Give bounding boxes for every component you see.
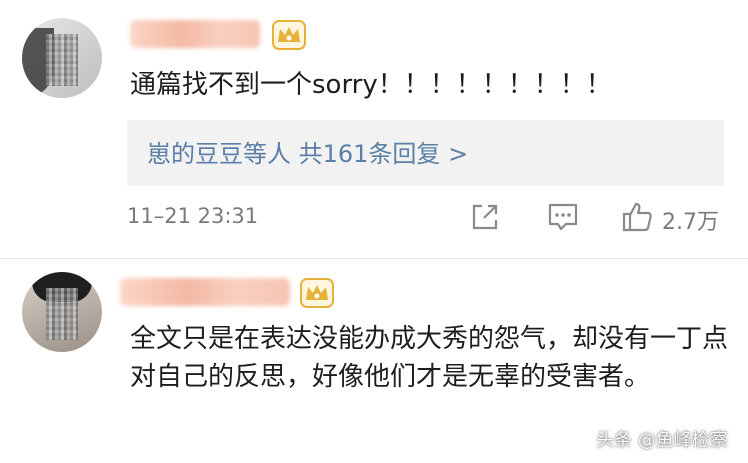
crown-icon <box>272 20 306 50</box>
avatar-mosaic <box>46 288 78 340</box>
like-count: 2.7万 <box>662 210 719 235</box>
avatar-mosaic <box>46 34 78 86</box>
thumbs-up-icon[interactable] <box>620 200 654 234</box>
avatar[interactable] <box>22 18 102 98</box>
share-icon[interactable] <box>468 200 502 234</box>
username-blurred[interactable] <box>120 278 290 306</box>
comment-text: 全文只是在表达没能办成大秀的怨气，却没有一丁点对自己的反思，好像他们才是无辜的受… <box>130 324 729 392</box>
crown-icon <box>300 278 334 308</box>
comment-icon[interactable] <box>546 200 580 234</box>
comment-text: 通篇找不到一个sorry！！！！！！！！！ <box>130 70 612 100</box>
divider <box>0 258 748 259</box>
watermark: 头条 @鱼峰检察 <box>596 430 728 451</box>
comment-timestamp: 11–21 23:31 <box>127 204 259 228</box>
reply-summary-box[interactable]: 崽的豆豆等人 共161条回复 > <box>127 120 724 186</box>
avatar[interactable] <box>22 272 102 352</box>
reply-summary-link[interactable]: 崽的豆豆等人 共161条回复 > <box>147 134 468 169</box>
username-blurred[interactable] <box>130 20 260 48</box>
